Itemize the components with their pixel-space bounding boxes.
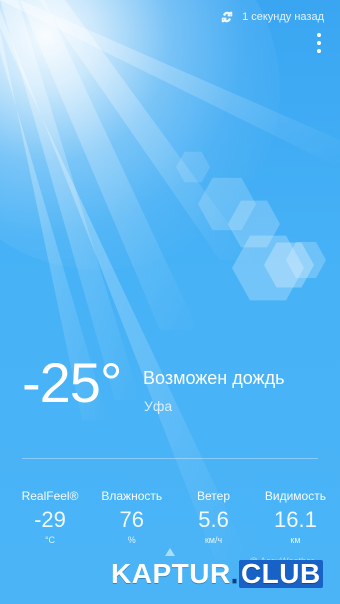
wind-metric: Ветер 5.6 км/ч <box>184 489 244 545</box>
realfeel-metric: RealFeel® -29 °C <box>20 489 80 545</box>
weather-screen: 1 секунду назад -25° Возможен дождь Уфа … <box>0 0 340 604</box>
lens-flare-hexagon <box>176 151 210 183</box>
kaptur-watermark: KAPTUR . CLUB <box>111 560 323 588</box>
metric-unit: % <box>127 535 136 545</box>
more-vertical-icon[interactable] <box>314 33 324 53</box>
metric-label: RealFeel® <box>21 489 79 503</box>
metric-value: 16.1 <box>274 507 317 532</box>
watermark-club-text: CLUB <box>238 558 323 589</box>
metric-label: Видимость <box>264 489 326 503</box>
last-updated-text: 1 секунду назад <box>242 11 324 23</box>
weather-condition: Возможен дождь <box>143 368 285 388</box>
watermark-main-text: KAPTUR <box>111 558 231 589</box>
metric-unit: °C <box>44 535 56 545</box>
watermark-dot: . <box>230 558 239 589</box>
refresh-icon[interactable] <box>220 10 234 24</box>
metric-label: Влажность <box>101 489 163 503</box>
weather-metrics: RealFeel® -29 °C Влажность 76 % Ветер 5.… <box>0 489 340 545</box>
section-divider <box>22 458 318 459</box>
menu-dot <box>317 33 321 37</box>
metric-unit: км/ч <box>204 535 223 545</box>
current-temperature: -25° <box>22 351 122 414</box>
menu-dot <box>317 41 321 45</box>
metric-label: Ветер <box>197 489 231 503</box>
menu-dot <box>317 49 321 53</box>
update-status: 1 секунду назад <box>220 10 324 24</box>
city-name[interactable]: Уфа <box>144 398 172 414</box>
metric-value: 5.6 <box>198 507 229 532</box>
expand-up-icon[interactable] <box>165 548 175 556</box>
metric-unit: км <box>290 535 301 545</box>
visibility-metric: Видимость 16.1 км <box>265 489 326 545</box>
metric-value: -29 <box>34 507 66 532</box>
humidity-metric: Влажность 76 % <box>101 489 162 545</box>
metric-value: 76 <box>119 507 144 532</box>
